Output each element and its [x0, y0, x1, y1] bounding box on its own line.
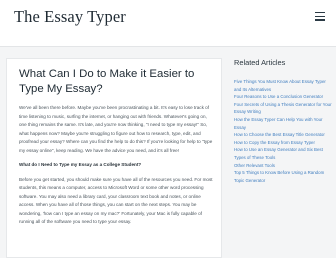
- article-subheading: What do I Need to Type my Essay as a Col…: [19, 162, 142, 167]
- article-card: What Can I Do to Make it Easier to Type …: [6, 58, 222, 258]
- article-paragraph: We've all been there before. Maybe you'v…: [19, 105, 213, 153]
- related-article-link[interactable]: How to Choose the Best Essay Title Gener…: [234, 132, 325, 137]
- related-article-item: Top 5 Things to Know Before Using a Rand…: [234, 169, 334, 184]
- related-article-link[interactable]: Other Relevant Tools: [234, 163, 275, 168]
- sidebar-heading: Related Articles: [234, 58, 286, 67]
- related-article-link[interactable]: Four Reasons to Use a Conclusion Generat…: [234, 94, 323, 99]
- related-article-item: Other Relevant Tools: [234, 162, 334, 170]
- hamburger-menu-icon[interactable]: [315, 12, 325, 22]
- article-paragraph: Before you get started, you should make …: [19, 176, 213, 225]
- related-article-item: How to Choose the Best Essay Title Gener…: [234, 131, 334, 139]
- related-article-item: Four Reasons to Use a Conclusion Generat…: [234, 93, 334, 101]
- related-article-item: How to Use an Essay Generator and Six Be…: [234, 146, 334, 161]
- related-article-link[interactable]: How to Copy the Essay from Essay Typer: [234, 140, 315, 145]
- related-article-item: Four Secrets of Using a Thesis Generator…: [234, 101, 334, 116]
- related-article-item: How the Essay Typer Can Help You with Yo…: [234, 116, 334, 131]
- article-body: We've all been there before. Maybe you'v…: [19, 104, 215, 233]
- related-article-item: Five Things You Must Know About Essay Ty…: [234, 78, 334, 93]
- related-article-link[interactable]: Top 5 Things to Know Before Using a Rand…: [234, 170, 324, 183]
- related-article-link[interactable]: Four Secrets of Using a Thesis Generator…: [234, 102, 332, 115]
- site-header: The Essay Typer: [0, 0, 336, 47]
- related-articles-list: Five Things You Must Know About Essay Ty…: [234, 78, 334, 184]
- related-article-link[interactable]: Five Things You Must Know About Essay Ty…: [234, 79, 326, 92]
- site-title[interactable]: The Essay Typer: [14, 7, 126, 27]
- related-article-link[interactable]: How the Essay Typer Can Help You with Yo…: [234, 117, 323, 130]
- related-article-link[interactable]: How to Use an Essay Generator and Six Be…: [234, 147, 323, 160]
- related-article-item: How to Copy the Essay from Essay Typer: [234, 139, 334, 147]
- article-title: What Can I Do to Make it Easier to Type …: [19, 68, 195, 95]
